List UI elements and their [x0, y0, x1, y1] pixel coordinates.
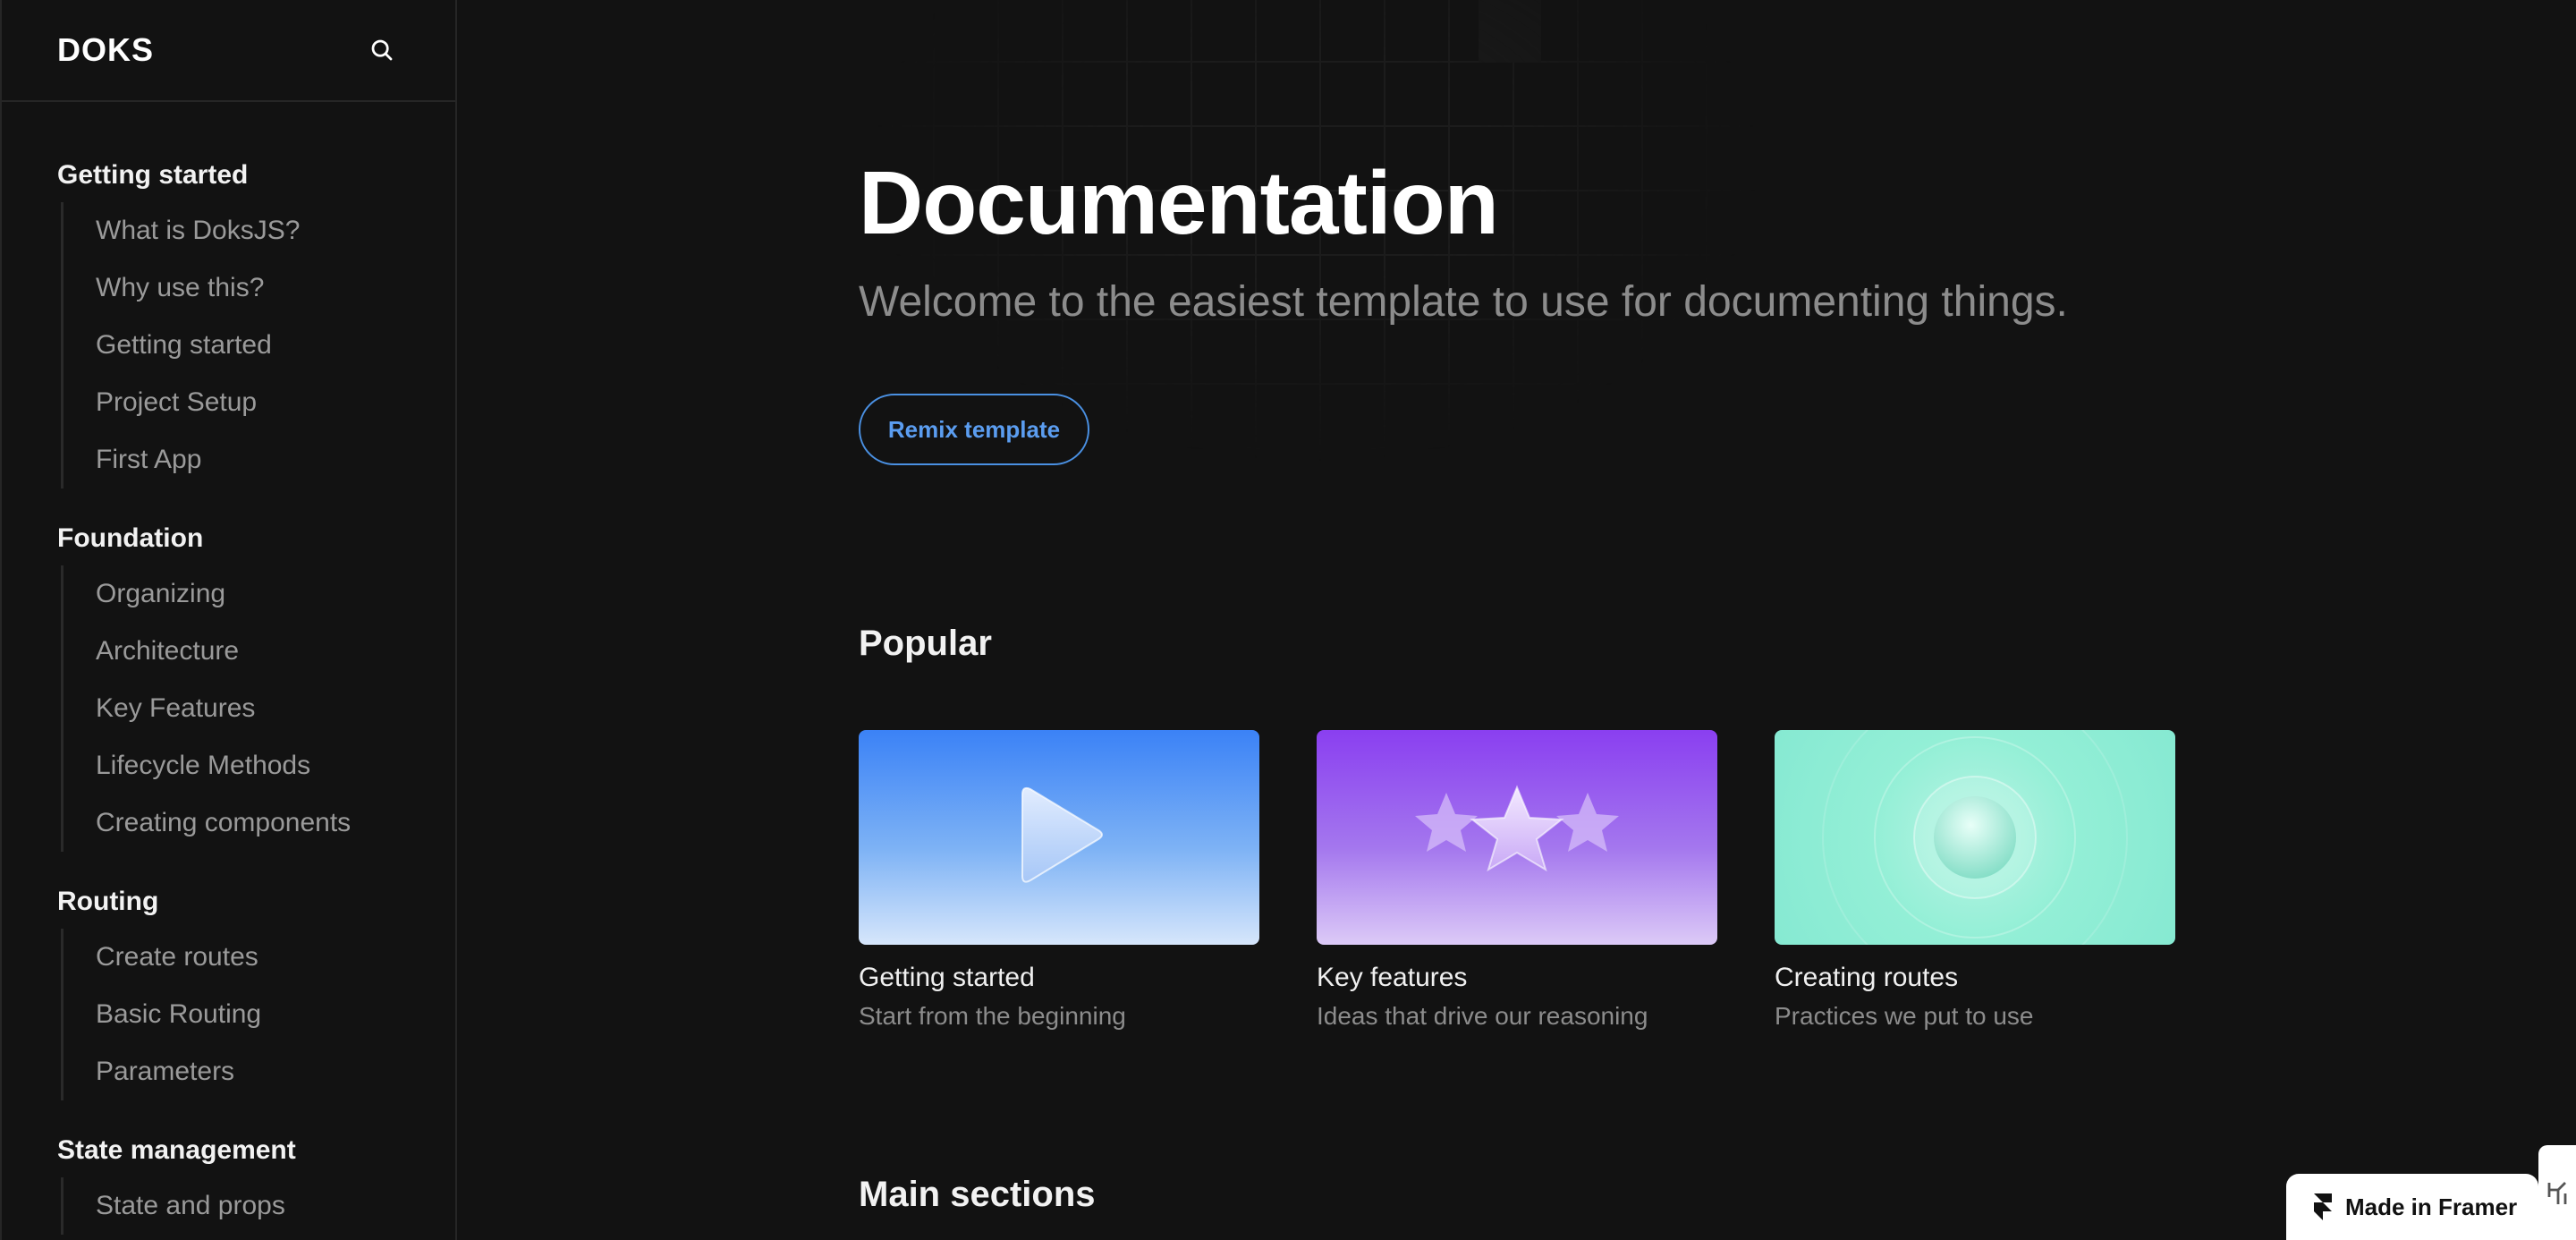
main-content: Documentation Welcome to the easiest tem…	[457, 0, 2576, 1240]
sidebar-item-project-setup[interactable]: Project Setup	[64, 374, 455, 431]
card-title: Creating routes	[1775, 963, 1959, 992]
sidebar-item-parameters[interactable]: Parameters	[64, 1043, 455, 1100]
side-tab[interactable]	[2538, 1145, 2576, 1240]
nav-items: Create routes Basic Routing Parameters	[61, 929, 455, 1100]
sidebar-item-create-routes[interactable]: Create routes	[64, 929, 455, 986]
sidebar-item-what-is-doksjs[interactable]: What is DoksJS?	[64, 202, 455, 259]
card-description: Ideas that drive our reasoning	[1317, 1002, 1648, 1030]
sidebar-item-state-and-props[interactable]: State and props	[64, 1177, 455, 1235]
card-getting-started[interactable]: Getting started Start from the beginning	[859, 730, 1259, 1031]
app: DOKS Getting started What is DoksJS? Why…	[0, 0, 2576, 1240]
sidebar-nav: Getting started What is DoksJS? Why use …	[2, 102, 455, 1235]
nav-group-title: State management	[57, 1135, 296, 1165]
card-image	[1317, 730, 1717, 945]
sidebar-item-key-features[interactable]: Key Features	[64, 680, 455, 737]
main-sections-title: Main sections	[859, 1175, 1096, 1214]
sidebar-item-why-use-this[interactable]: Why use this?	[64, 259, 455, 317]
page-subtitle: Welcome to the easiest template to use f…	[859, 278, 2068, 326]
card-description: Start from the beginning	[859, 1002, 1126, 1030]
search-button[interactable]	[364, 32, 400, 68]
sidebar-item-creating-components[interactable]: Creating components	[64, 794, 455, 852]
sidebar-item-organizing[interactable]: Organizing	[64, 565, 455, 623]
nav-group-title: Foundation	[57, 523, 204, 553]
nav-group-title: Getting started	[57, 160, 249, 190]
card-description: Practices we put to use	[1775, 1002, 2034, 1030]
nav-items: State and props	[61, 1177, 455, 1235]
play-icon	[1021, 786, 1103, 883]
logo[interactable]: DOKS	[57, 31, 154, 69]
expand-icon	[2547, 1182, 2567, 1204]
sidebar-item-basic-routing[interactable]: Basic Routing	[64, 986, 455, 1043]
card-title: Getting started	[859, 963, 1035, 992]
sidebar-item-architecture[interactable]: Architecture	[64, 623, 455, 680]
sidebar-header: DOKS	[2, 0, 455, 102]
sidebar: DOKS Getting started What is DoksJS? Why…	[0, 0, 457, 1240]
card-title: Key features	[1317, 963, 1468, 992]
sidebar-item-getting-started[interactable]: Getting started	[64, 317, 455, 374]
nav-items: What is DoksJS? Why use this? Getting st…	[61, 202, 455, 488]
orb-icon	[1822, 730, 2128, 945]
sidebar-item-lifecycle-methods[interactable]: Lifecycle Methods	[64, 737, 455, 794]
remix-template-button[interactable]: Remix template	[859, 394, 1089, 465]
search-icon	[371, 39, 393, 61]
nav-group-state-management: State management State and props	[2, 1131, 455, 1235]
nav-group-routing: Routing Create routes Basic Routing Para…	[2, 882, 455, 1100]
made-in-framer-badge[interactable]: Made in Framer	[2286, 1174, 2538, 1240]
popular-section-title: Popular	[859, 624, 992, 663]
framer-badge-label: Made in Framer	[2345, 1193, 2518, 1220]
star-icon	[1415, 785, 1619, 872]
card-key-features[interactable]: Key features Ideas that drive our reason…	[1317, 730, 1717, 1031]
nav-items: Organizing Architecture Key Features Lif…	[61, 565, 455, 852]
card-image	[1775, 730, 2175, 945]
page-title: Documentation	[859, 153, 1499, 253]
card-creating-routes[interactable]: Creating routes Practices we put to use	[1775, 730, 2175, 1031]
card-image	[859, 730, 1259, 945]
nav-group-title: Routing	[57, 887, 159, 916]
sidebar-item-first-app[interactable]: First App	[64, 431, 455, 488]
nav-group-getting-started: Getting started What is DoksJS? Why use …	[2, 156, 455, 488]
popular-cards: Getting started Start from the beginning	[859, 730, 2175, 1031]
framer-icon	[2314, 1193, 2332, 1220]
nav-group-foundation: Foundation Organizing Architecture Key F…	[2, 519, 455, 852]
